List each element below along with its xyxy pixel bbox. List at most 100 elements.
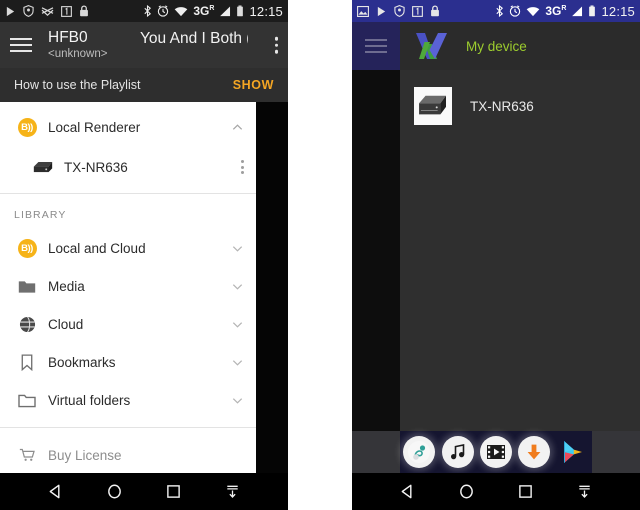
play-icon — [5, 6, 16, 17]
lock-icon — [430, 5, 440, 17]
globe-icon — [14, 316, 40, 333]
drawer-item-bookmarks[interactable]: Bookmarks — [0, 343, 256, 381]
lock-icon — [79, 5, 89, 17]
navigation-drawer: B)) Local Renderer TX-NR636 LIBRARY B))… — [0, 102, 256, 473]
hide-keyboard-icon[interactable] — [573, 480, 597, 504]
bookmark-icon — [14, 353, 40, 371]
app-bar: My device — [400, 22, 640, 70]
bluetooth-icon — [495, 5, 504, 17]
av-receiver-thumb-icon — [414, 87, 452, 125]
chevron-down-icon[interactable] — [231, 356, 244, 369]
chevron-up-icon[interactable] — [231, 121, 244, 134]
chevron-down-icon[interactable] — [231, 394, 244, 407]
network-label: 3G — [193, 4, 210, 18]
clock: 12:15 — [601, 3, 635, 19]
chevron-down-icon[interactable] — [231, 280, 244, 293]
drawer-item-virtual-folders[interactable]: Virtual folders — [0, 381, 256, 419]
video-app-icon[interactable] — [479, 436, 512, 468]
home-circle-icon[interactable] — [103, 480, 127, 504]
back-triangle-icon[interactable] — [396, 480, 420, 504]
kebab-menu-icon[interactable] — [274, 36, 278, 54]
drawer-scrim[interactable] — [256, 102, 288, 473]
play-store-icon[interactable] — [557, 436, 589, 468]
signal-bars-icon — [571, 6, 583, 17]
drawer-item-label: Local Renderer — [48, 119, 141, 135]
kebab-menu-icon[interactable] — [241, 160, 244, 174]
screenshot-stage: 3GR 12:15 HFB0 <unknown> You And I Both … — [0, 0, 640, 510]
drawer-item-local-renderer[interactable]: B)) Local Renderer — [0, 108, 256, 146]
drawer-header-strip — [352, 22, 400, 70]
drawer-item-label: Local and Cloud — [48, 240, 146, 256]
status-bar: 3GR 12:15 — [0, 0, 288, 22]
bubbleupnp-icon: B)) — [14, 238, 40, 258]
bubbleupnp-icon: B)) — [14, 117, 40, 137]
music-app-icon[interactable] — [441, 436, 474, 468]
cart-icon — [14, 448, 40, 462]
right-phone-screen: 3GR 12:15 My device TX-NR636 — [352, 0, 640, 510]
status-bar: 3GR 12:15 — [352, 0, 640, 22]
system-nav-bar — [352, 473, 640, 510]
back-triangle-icon[interactable] — [44, 480, 68, 504]
drawer-item-cloud[interactable]: Cloud — [0, 305, 256, 343]
app-title-block: HFB0 <unknown> — [48, 28, 108, 60]
recents-square-icon[interactable] — [514, 480, 538, 504]
drawer-section-library: LIBRARY — [14, 209, 67, 221]
page-title: HFB0 — [48, 28, 88, 46]
drawer-item-label: Cloud — [48, 316, 84, 332]
list-item[interactable]: TX-NR636 — [400, 80, 640, 132]
signal-bars-icon — [219, 6, 231, 17]
chevron-down-icon[interactable] — [231, 242, 244, 255]
battery-icon — [588, 5, 596, 17]
drawer-item-media[interactable]: Media — [0, 267, 256, 305]
device-browser-main: My device TX-NR636 — [352, 22, 640, 473]
now-playing-title[interactable]: You And I Both ( — [140, 30, 248, 48]
drawer-item-label: Buy License — [48, 447, 122, 463]
muted-wifi-icon — [41, 6, 54, 17]
device-title: My device — [466, 38, 527, 54]
signal-3g-icon: 3GR — [545, 5, 566, 17]
wifi-icon — [174, 6, 188, 17]
drawer-scrim[interactable] — [352, 22, 400, 473]
drawer-item-buy-license[interactable]: Buy License — [0, 436, 256, 473]
hamburger-icon[interactable] — [10, 32, 36, 58]
dock-edge-left — [352, 431, 400, 473]
downloads-app-icon[interactable] — [518, 436, 551, 468]
browser-app-icon[interactable] — [403, 436, 436, 468]
sim-1-icon — [412, 5, 423, 17]
w-logo-icon — [412, 30, 452, 62]
home-dock — [352, 431, 640, 473]
clock: 12:15 — [249, 3, 283, 19]
hamburger-icon[interactable] — [365, 39, 387, 53]
drawer-item-label: Virtual folders — [48, 392, 131, 408]
bubbleupnp-badge-text: B — [21, 242, 28, 254]
signal-3g-icon: 3GR — [193, 5, 214, 17]
folder-outline-icon — [14, 393, 40, 408]
shield-icon — [23, 5, 34, 17]
drawer-item-label: Bookmarks — [48, 354, 116, 370]
renderer-device-label: TX-NR636 — [64, 159, 128, 175]
network-label: 3G — [545, 4, 562, 18]
bubbleupnp-badge-text: B — [21, 121, 28, 133]
device-browser-body: My device TX-NR636 — [352, 22, 640, 473]
drawer-divider — [0, 193, 256, 194]
hide-keyboard-icon[interactable] — [221, 480, 245, 504]
left-phone-screen: 3GR 12:15 HFB0 <unknown> You And I Both … — [0, 0, 288, 510]
drawer-divider — [0, 427, 256, 428]
page-subtitle: <unknown> — [48, 47, 108, 60]
drawer-item-label: Media — [48, 278, 85, 294]
network-roaming-sup: R — [209, 5, 215, 12]
home-circle-icon[interactable] — [455, 480, 479, 504]
alarm-icon — [157, 5, 169, 17]
recents-square-icon[interactable] — [162, 480, 186, 504]
battery-icon — [236, 5, 244, 17]
network-roaming-sup: R — [561, 5, 567, 12]
show-tip-button[interactable]: SHOW — [233, 78, 274, 92]
chevron-down-icon[interactable] — [231, 318, 244, 331]
drawer-item-local-and-cloud[interactable]: B)) Local and Cloud — [0, 229, 256, 267]
playlist-tip-bar: How to use the Playlist SHOW — [0, 68, 288, 102]
image-icon — [357, 5, 369, 17]
play-icon — [376, 6, 387, 17]
drawer-item-renderer-device[interactable]: TX-NR636 — [0, 146, 256, 188]
tip-text: How to use the Playlist — [14, 78, 141, 92]
sim-1-icon — [61, 5, 72, 17]
